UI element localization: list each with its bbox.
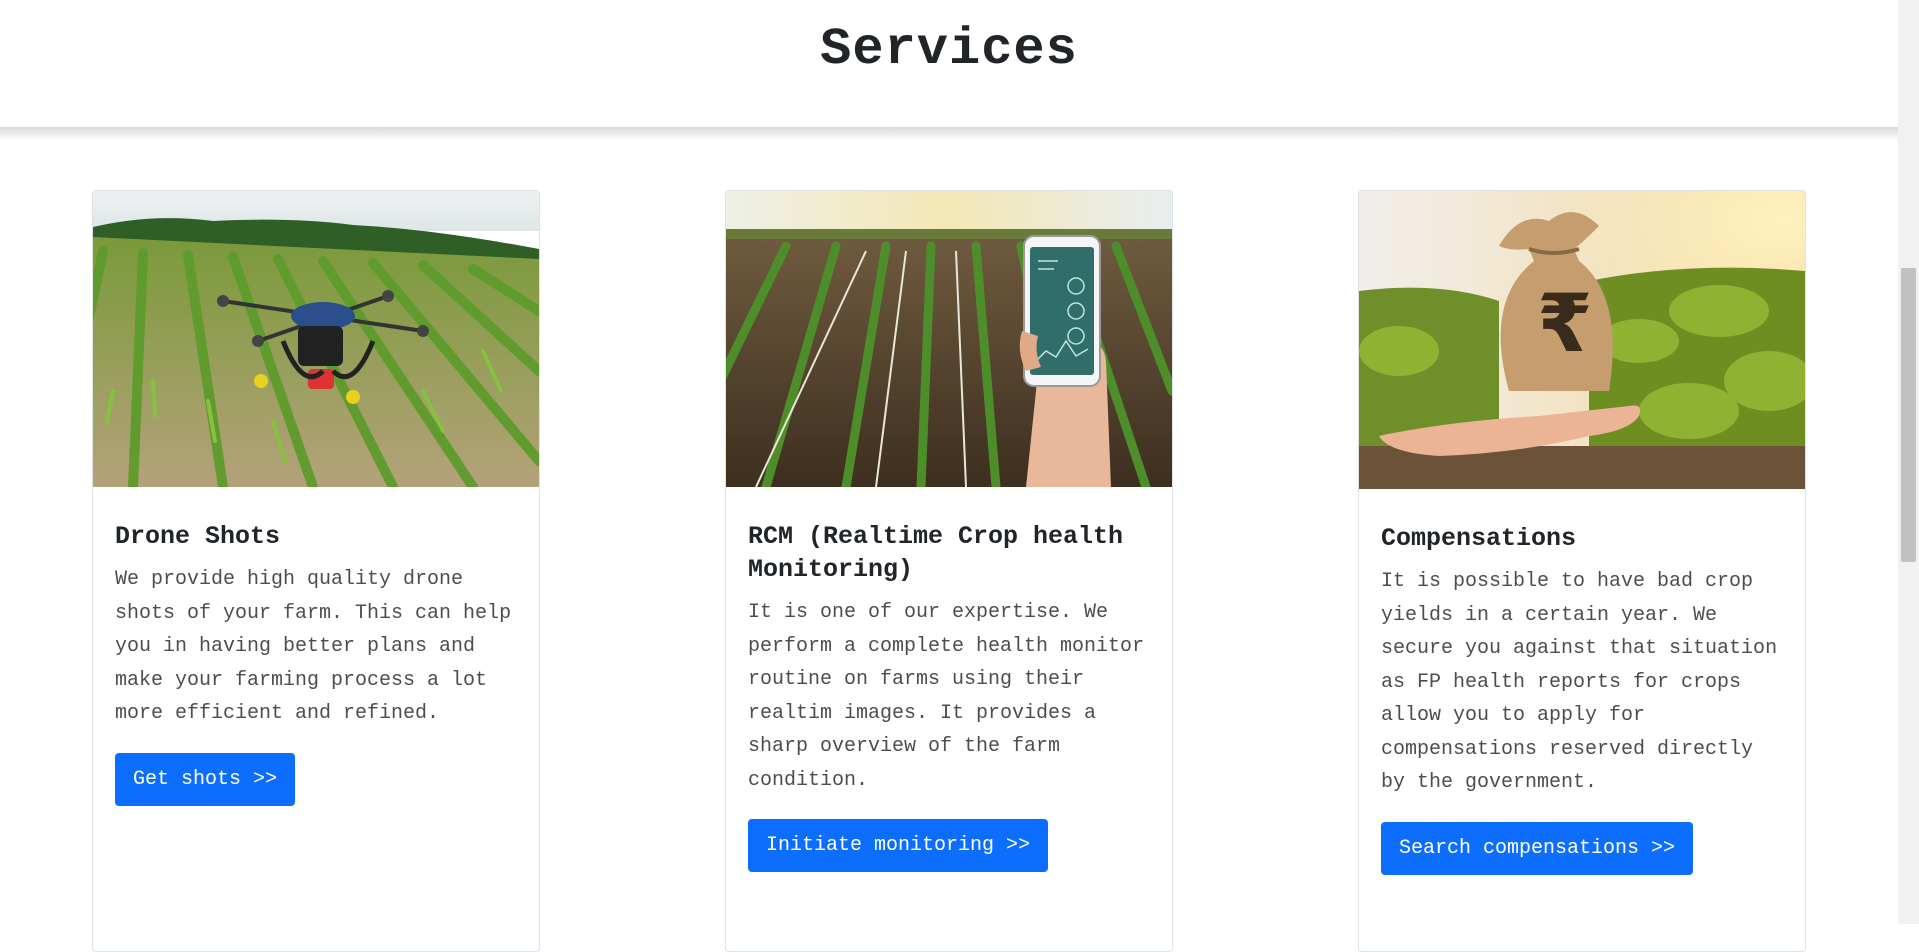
phone-field-illustration <box>726 191 1172 487</box>
service-card-compensations: ₹ Compensations It is possible to have b… <box>1358 190 1806 952</box>
scrollbar-thumb[interactable] <box>1901 268 1916 562</box>
card-text: We provide high quality drone shots of y… <box>115 568 512 725</box>
drone-image <box>93 191 539 487</box>
search-compensations-button[interactable]: Search compensations >> <box>1381 821 1694 875</box>
service-card-drone-shots: Drone Shots We provide high quality dron… <box>92 190 540 952</box>
card-title: RCM (Realtime Crop health Monitoring) <box>748 522 1124 584</box>
drone-field-illustration <box>93 191 539 487</box>
vertical-scrollbar[interactable] <box>1898 0 1919 924</box>
card-title: Compensations <box>1381 524 1577 553</box>
money-bag-illustration: ₹ <box>1359 191 1805 489</box>
get-shots-button[interactable]: Get shots >> <box>115 752 296 806</box>
card-title: Drone Shots <box>115 522 281 551</box>
card-text: It is one of our expertise. We perform a… <box>748 601 1145 792</box>
crop-monitoring-image <box>726 191 1172 487</box>
service-card-rcm: RCM (Realtime Crop health Monitoring) It… <box>725 190 1173 952</box>
page-title: Services <box>820 20 1078 79</box>
page-header: Services <box>0 0 1898 129</box>
header-divider <box>0 127 1898 141</box>
card-text: It is possible to have bad crop yields i… <box>1381 570 1778 794</box>
compensation-image: ₹ <box>1359 191 1805 489</box>
rupee-icon: ₹ <box>1537 277 1593 370</box>
page: Services Drone Shots We provide high qua… <box>0 0 1898 952</box>
initiate-monitoring-button[interactable]: Initiate monitoring >> <box>748 819 1049 872</box>
